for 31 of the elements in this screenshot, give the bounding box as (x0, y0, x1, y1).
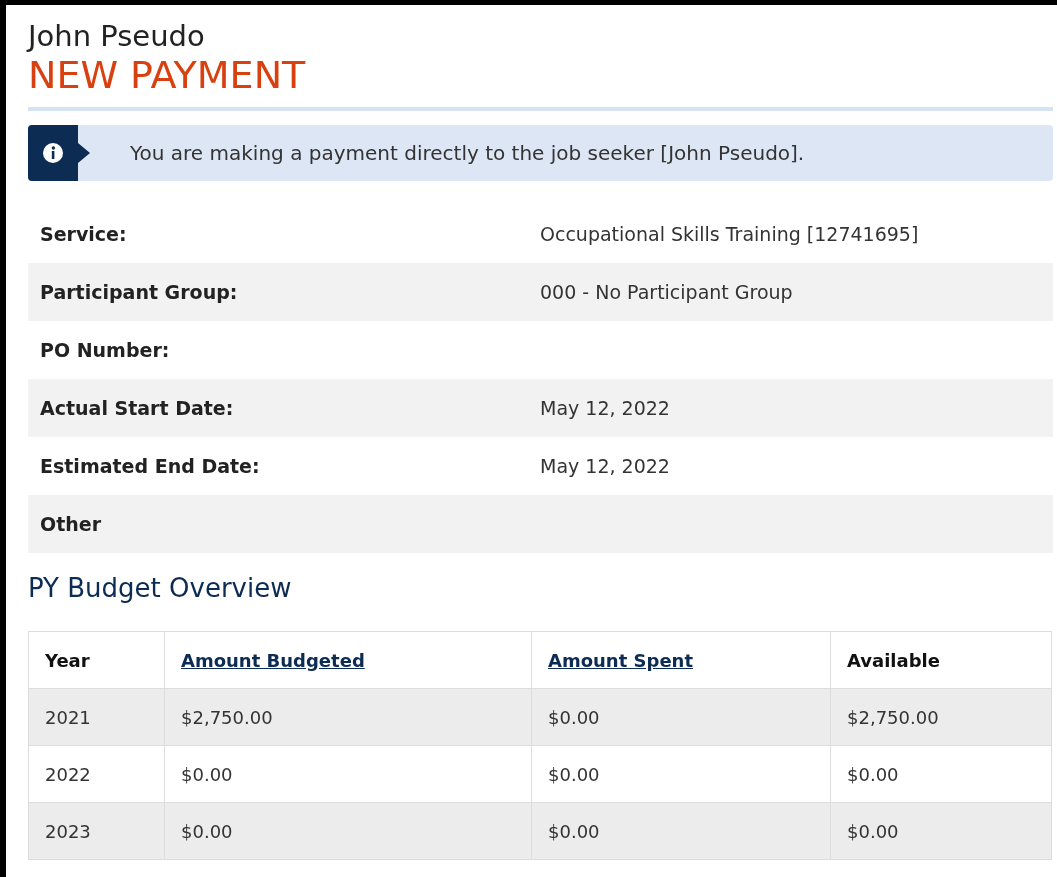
field-label: Participant Group: (39, 281, 239, 303)
field-value: May 12, 2022 (540, 397, 671, 419)
person-name: John Pseudo (28, 19, 206, 53)
info-icon (28, 125, 92, 181)
field-label: Other (39, 513, 103, 535)
field-label: Service: (39, 223, 128, 245)
table-cell: $0.00 (164, 745, 532, 803)
table-cell: $0.00 (531, 802, 831, 860)
table-cell: 2022 (28, 745, 165, 803)
section-heading: PY Budget Overview (28, 573, 293, 603)
table-cell: $0.00 (830, 802, 1052, 860)
column-header: Available (830, 631, 1052, 689)
table-cell: $0.00 (531, 688, 831, 746)
table-cell: 2021 (28, 688, 165, 746)
table-cell: $0.00 (164, 802, 532, 860)
field-value: Occupational Skills Training [12741695] (540, 223, 920, 245)
field-value: May 12, 2022 (540, 455, 671, 477)
info-message: You are making a payment directly to the job seeker [John Pseudo]. (130, 141, 805, 165)
field-label: Estimated End Date: (39, 455, 261, 477)
page-title: NEW PAYMENT (28, 53, 307, 97)
table-cell: $0.00 (531, 745, 831, 803)
field-value: 000 - No Participant Group (540, 281, 794, 303)
table-cell: $2,750.00 (164, 688, 532, 746)
table-cell: $2,750.00 (830, 688, 1052, 746)
sort-link[interactable]: Amount Spent (548, 649, 694, 671)
column-header: Year (28, 631, 165, 689)
sort-link[interactable]: Amount Budgeted (181, 649, 365, 671)
field-label: Actual Start Date: (39, 397, 235, 419)
table-cell: 2023 (28, 802, 165, 860)
field-label: PO Number: (39, 339, 171, 361)
table-cell: $0.00 (830, 745, 1052, 803)
